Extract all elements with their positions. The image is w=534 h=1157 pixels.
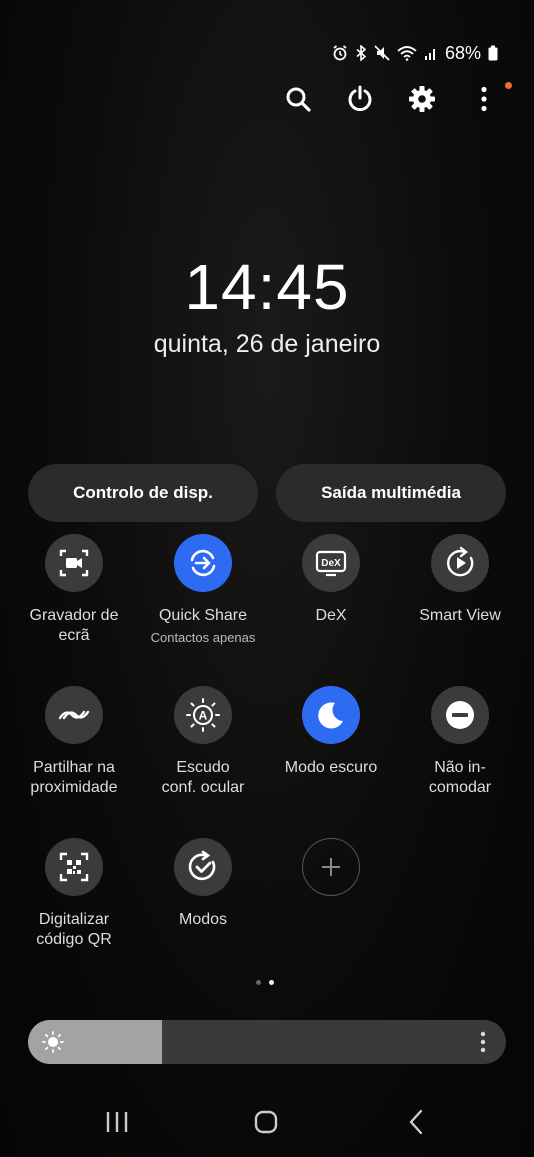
tile-label: Digitalizar código QR bbox=[36, 911, 112, 948]
search-button[interactable] bbox=[284, 80, 312, 118]
tile-label: Gravador de ecrã bbox=[29, 607, 119, 644]
bluetooth-icon bbox=[356, 45, 367, 61]
dex-toggle[interactable]: DeX bbox=[302, 534, 360, 592]
screen-recorder-icon bbox=[59, 549, 89, 577]
navigation-bar bbox=[0, 1100, 534, 1146]
moon-icon bbox=[318, 702, 343, 729]
tile-label: Quick Share bbox=[158, 607, 248, 624]
tile-quick-share[interactable]: Quick Share Contactos apenas bbox=[139, 534, 267, 645]
settings-icon bbox=[409, 86, 435, 112]
dark-mode-toggle[interactable] bbox=[302, 686, 360, 744]
tile-do-not-disturb[interactable]: Não in- comodar bbox=[396, 686, 524, 798]
recents-icon[interactable] bbox=[104, 1108, 130, 1136]
tile-label: DeX bbox=[315, 607, 347, 624]
signal-icon bbox=[424, 49, 435, 60]
do-not-disturb-toggle[interactable] bbox=[431, 686, 489, 744]
tile-nearby-share[interactable]: Partilhar na proximidade bbox=[10, 686, 138, 798]
screen-recorder-toggle[interactable] bbox=[45, 534, 103, 592]
alarm-icon bbox=[333, 45, 347, 61]
qr-scanner-icon bbox=[59, 852, 89, 882]
smart-view-icon bbox=[446, 546, 474, 577]
nearby-share-icon bbox=[58, 710, 90, 720]
tile-label: Smart View bbox=[419, 607, 501, 624]
settings-button[interactable] bbox=[408, 80, 436, 118]
tile-dark-mode[interactable]: Modo escuro bbox=[267, 686, 395, 778]
brightness-sun-icon bbox=[42, 1031, 64, 1053]
quick-panel-actions bbox=[284, 80, 512, 118]
brightness-more-icon[interactable] bbox=[480, 1031, 486, 1053]
tile-qr-scanner[interactable]: Digitalizar código QR bbox=[10, 838, 138, 950]
search-icon bbox=[286, 87, 311, 112]
tile-add[interactable] bbox=[267, 838, 395, 896]
tile-screen-recorder[interactable]: Gravador de ecrã bbox=[10, 534, 138, 646]
back-icon[interactable] bbox=[404, 1108, 428, 1136]
qr-scanner-toggle[interactable] bbox=[45, 838, 103, 896]
media-output-button[interactable]: Saída multimédia bbox=[276, 464, 506, 522]
clock-time: 14:45 bbox=[184, 251, 350, 323]
tile-label: Escudo conf. ocular bbox=[161, 759, 245, 796]
page-dot-active[interactable] bbox=[269, 980, 274, 985]
quick-share-icon bbox=[190, 549, 216, 577]
tile-label: Modos bbox=[178, 911, 228, 928]
power-icon bbox=[348, 85, 372, 112]
more-options-button[interactable] bbox=[470, 80, 512, 118]
device-control-button[interactable]: Controlo de disp. bbox=[28, 464, 258, 522]
clock-date: quinta, 26 de janeiro bbox=[153, 330, 381, 358]
tile-modes[interactable]: Modos bbox=[139, 838, 267, 930]
smart-view-toggle[interactable] bbox=[431, 534, 489, 592]
more-options-icon bbox=[481, 86, 487, 112]
wifi-icon bbox=[397, 46, 417, 61]
svg-text:A: A bbox=[199, 709, 208, 723]
battery-icon bbox=[488, 45, 498, 61]
modes-toggle[interactable] bbox=[174, 838, 232, 896]
tile-eye-comfort[interactable]: A Escudo conf. ocular bbox=[139, 686, 267, 798]
eye-comfort-icon: A bbox=[186, 698, 220, 732]
eye-comfort-toggle[interactable]: A bbox=[174, 686, 232, 744]
quick-share-toggle[interactable] bbox=[174, 534, 232, 592]
add-tile-button[interactable] bbox=[302, 838, 360, 896]
tile-sublabel: Contactos apenas bbox=[150, 630, 256, 645]
brightness-slider[interactable] bbox=[28, 1020, 506, 1064]
tile-dex[interactable]: DeX DeX bbox=[267, 534, 395, 626]
add-icon bbox=[322, 858, 340, 876]
tile-label: Modo escuro bbox=[284, 759, 378, 776]
notification-dot bbox=[505, 82, 512, 89]
tile-label: Não in- comodar bbox=[428, 759, 492, 796]
battery-percent: 68% bbox=[444, 42, 481, 63]
tile-smart-view[interactable]: Smart View bbox=[396, 534, 524, 626]
do-not-disturb-icon bbox=[446, 701, 474, 729]
status-bar: 68% bbox=[332, 40, 498, 66]
dex-icon: DeX bbox=[315, 550, 347, 577]
home-icon[interactable] bbox=[252, 1108, 280, 1136]
svg-text:DeX: DeX bbox=[321, 558, 341, 569]
mute-icon bbox=[374, 45, 390, 61]
nearby-share-toggle[interactable] bbox=[45, 686, 103, 744]
modes-icon bbox=[188, 850, 216, 881]
power-button[interactable] bbox=[346, 80, 374, 118]
page-dot[interactable] bbox=[256, 980, 261, 985]
page-indicator bbox=[256, 980, 274, 985]
tile-label: Partilhar na proximidade bbox=[30, 759, 118, 796]
